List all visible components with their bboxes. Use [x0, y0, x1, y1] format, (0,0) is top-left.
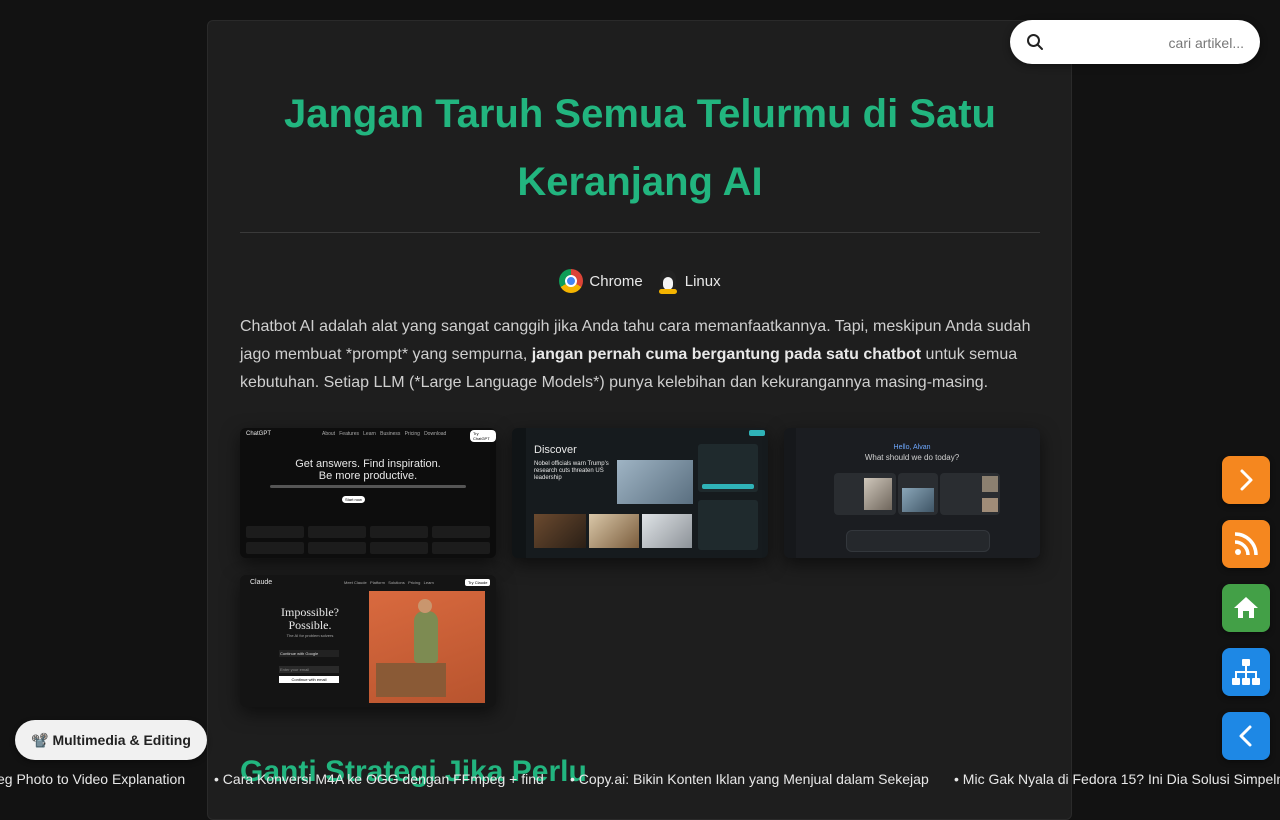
search-input[interactable]	[1070, 30, 1246, 56]
screenshot-claude[interactable]: Claude Meet Claude Platform Solutions Pr…	[240, 575, 496, 707]
category-badge[interactable]: 📽️ Multimedia & Editing	[15, 720, 207, 760]
claude-email-button: Continue with email	[279, 676, 339, 683]
sitemap-button[interactable]	[1222, 648, 1270, 696]
screenshot-chatgpt[interactable]: ChatGPT About Features Learn Business Pr…	[240, 428, 496, 558]
lead-bold: jangan pernah cuma bergantung pada satu …	[531, 346, 922, 363]
projector-icon: 📽️	[31, 731, 49, 748]
gemini-greeting: Hello, Alvan	[893, 444, 931, 451]
chatgpt-nav: About Features Learn Business Pricing Do…	[322, 431, 447, 437]
screenshot-gemini[interactable]: Hello, Alvan What should we do today?	[784, 428, 1040, 558]
tag-linux[interactable]: Linux	[657, 268, 721, 294]
perplexity-discover-title: Discover	[534, 444, 577, 456]
screenshot-perplexity[interactable]: Discover Nobel officials warn Trump's re…	[512, 428, 768, 558]
prev-button[interactable]	[1222, 712, 1270, 760]
chatgpt-headline1: Get answers. Find inspiration.	[295, 458, 441, 470]
ticker-item[interactable]: • Copy.ai: Bikin Konten Iklan yang Menju…	[570, 771, 929, 787]
rss-button[interactable]	[1222, 520, 1270, 568]
chevron-right-icon	[1240, 469, 1253, 491]
article-ticker: eg Photo to Video Explanation • Cara Kon…	[0, 768, 1280, 792]
lead-paragraph: Chatbot AI adalah alat yang sangat cangg…	[240, 318, 1031, 391]
claude-email-field: Enter your email	[279, 666, 339, 673]
chatgpt-headline2: Be more productive.	[318, 470, 418, 482]
article-title: Jangan Taruh Semua Telurmu di Satu Keran…	[284, 92, 996, 204]
home-icon	[1234, 597, 1258, 618]
ticker-item[interactable]: • Mic Gak Nyala di Fedora 15? Ini Dia So…	[954, 771, 1280, 787]
linux-tux-icon	[657, 268, 679, 294]
chatgpt-logo-text: ChatGPT	[246, 431, 272, 437]
tag-label: Linux	[684, 272, 721, 290]
chatgpt-cta: Try ChatGPT	[470, 430, 496, 442]
search-bar[interactable]	[1010, 20, 1260, 64]
search-icon	[1027, 34, 1043, 50]
gemini-question: What should we do today?	[864, 453, 960, 462]
ticker-item[interactable]: eg Photo to Video Explanation	[0, 771, 185, 787]
chevron-left-icon	[1239, 725, 1252, 747]
tag-label: Chrome	[589, 272, 643, 290]
tag-chrome[interactable]: Chrome	[559, 269, 643, 293]
ticker-item[interactable]: • Cara Konversi M4A ke OGG dengan FFmpeg…	[214, 771, 544, 787]
claude-logo-text: Claude	[250, 579, 273, 586]
category-label: Multimedia & Editing	[52, 732, 191, 748]
claude-cta: Try Claude	[465, 579, 491, 586]
home-button[interactable]	[1222, 584, 1270, 632]
rss-icon	[1234, 532, 1258, 556]
title-divider	[240, 232, 1040, 233]
next-button[interactable]	[1222, 456, 1270, 504]
claude-nav: Meet Claude Platform Solutions Pricing L…	[344, 580, 434, 585]
sitemap-icon	[1232, 659, 1260, 685]
chrome-icon	[559, 269, 584, 293]
tag-list: Chrome Linux	[240, 268, 1040, 294]
claude-subtitle: The AI for problem solvers	[286, 633, 334, 638]
perplexity-headline: Nobel officials warn Trump's research cu…	[534, 461, 609, 481]
claude-headline2: Possible.	[288, 618, 332, 632]
claude-google-button: Continue with Google	[279, 650, 339, 657]
chatgpt-start-button: Start now	[342, 496, 365, 503]
